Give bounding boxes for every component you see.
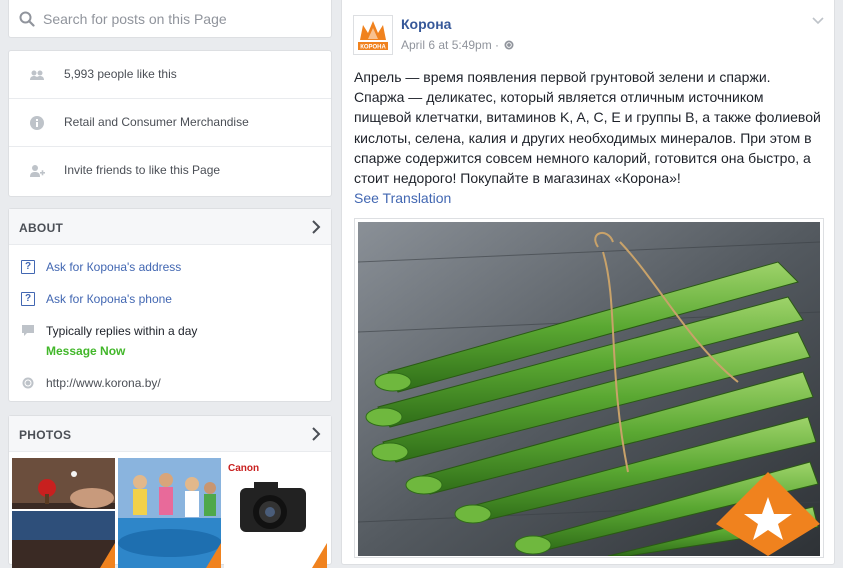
people-icon (30, 70, 44, 80)
replies-text: Typically replies within a day (46, 324, 198, 338)
globe-icon (22, 377, 34, 389)
about-card: ABOUT ? Ask for Корона's address ? Ask f… (8, 208, 332, 402)
search-input[interactable] (43, 9, 323, 29)
pingpong-photo (12, 458, 115, 568)
photos-title: PHOTOS (19, 428, 72, 442)
page-stats-card: 5,993 people like this Retail and Consum… (8, 50, 332, 197)
photos-header[interactable]: PHOTOS (9, 416, 331, 452)
globe-icon (504, 40, 514, 50)
likes-count: 5,993 people like this (64, 67, 177, 81)
photo-thumb-kids[interactable] (118, 458, 221, 568)
page-name-link[interactable]: Корона (401, 16, 451, 32)
photo-thumb-camera[interactable]: Canon (224, 458, 327, 568)
chat-icon (22, 325, 34, 336)
category-row[interactable]: Retail and Consumer Merchandise (9, 99, 331, 147)
asparagus-image (358, 222, 820, 556)
search-icon (19, 11, 35, 27)
post-text: Апрель — время появления первой грунтово… (354, 69, 821, 187)
invite-row[interactable]: Invite friends to like this Page (9, 147, 331, 195)
search-box[interactable] (8, 0, 332, 38)
question-icon: ? (21, 292, 35, 306)
invite-icon (30, 165, 45, 177)
kids-pool-photo (118, 458, 221, 568)
post-card: КОРОНА Корона April 6 at 5:49pm · Апрель… (341, 0, 835, 565)
korona-logo: КОРОНА (358, 21, 388, 51)
website-link[interactable]: http://www.korona.by/ (46, 376, 161, 390)
post-photo[interactable] (354, 218, 824, 558)
photos-card: PHOTOS Canon (8, 415, 332, 568)
post-timestamp[interactable]: April 6 at 5:49pm · (401, 38, 499, 52)
page-avatar[interactable]: КОРОНА (353, 15, 393, 55)
about-header[interactable]: ABOUT (9, 209, 331, 245)
photo-thumb-pingpong[interactable] (12, 458, 115, 568)
chevron-right-icon[interactable] (311, 427, 321, 441)
info-icon (30, 116, 44, 130)
category-text[interactable]: Retail and Consumer Merchandise (64, 115, 249, 129)
camera-photo: Canon (224, 458, 327, 568)
canon-brand: Canon (228, 463, 259, 474)
invite-text[interactable]: Invite friends to like this Page (64, 163, 220, 177)
about-title: ABOUT (19, 221, 64, 235)
see-translation-link[interactable]: See Translation (354, 190, 451, 206)
chevron-down-icon[interactable] (812, 16, 824, 26)
ask-address-link[interactable]: Ask for Корона's address (46, 260, 181, 274)
chevron-right-icon[interactable] (311, 220, 321, 234)
ask-phone-link[interactable]: Ask for Корона's phone (46, 292, 172, 306)
logo-text: КОРОНА (360, 45, 386, 51)
message-now-link[interactable]: Message Now (46, 344, 125, 358)
likes-row[interactable]: 5,993 people like this (9, 51, 331, 99)
question-icon: ? (21, 260, 35, 274)
